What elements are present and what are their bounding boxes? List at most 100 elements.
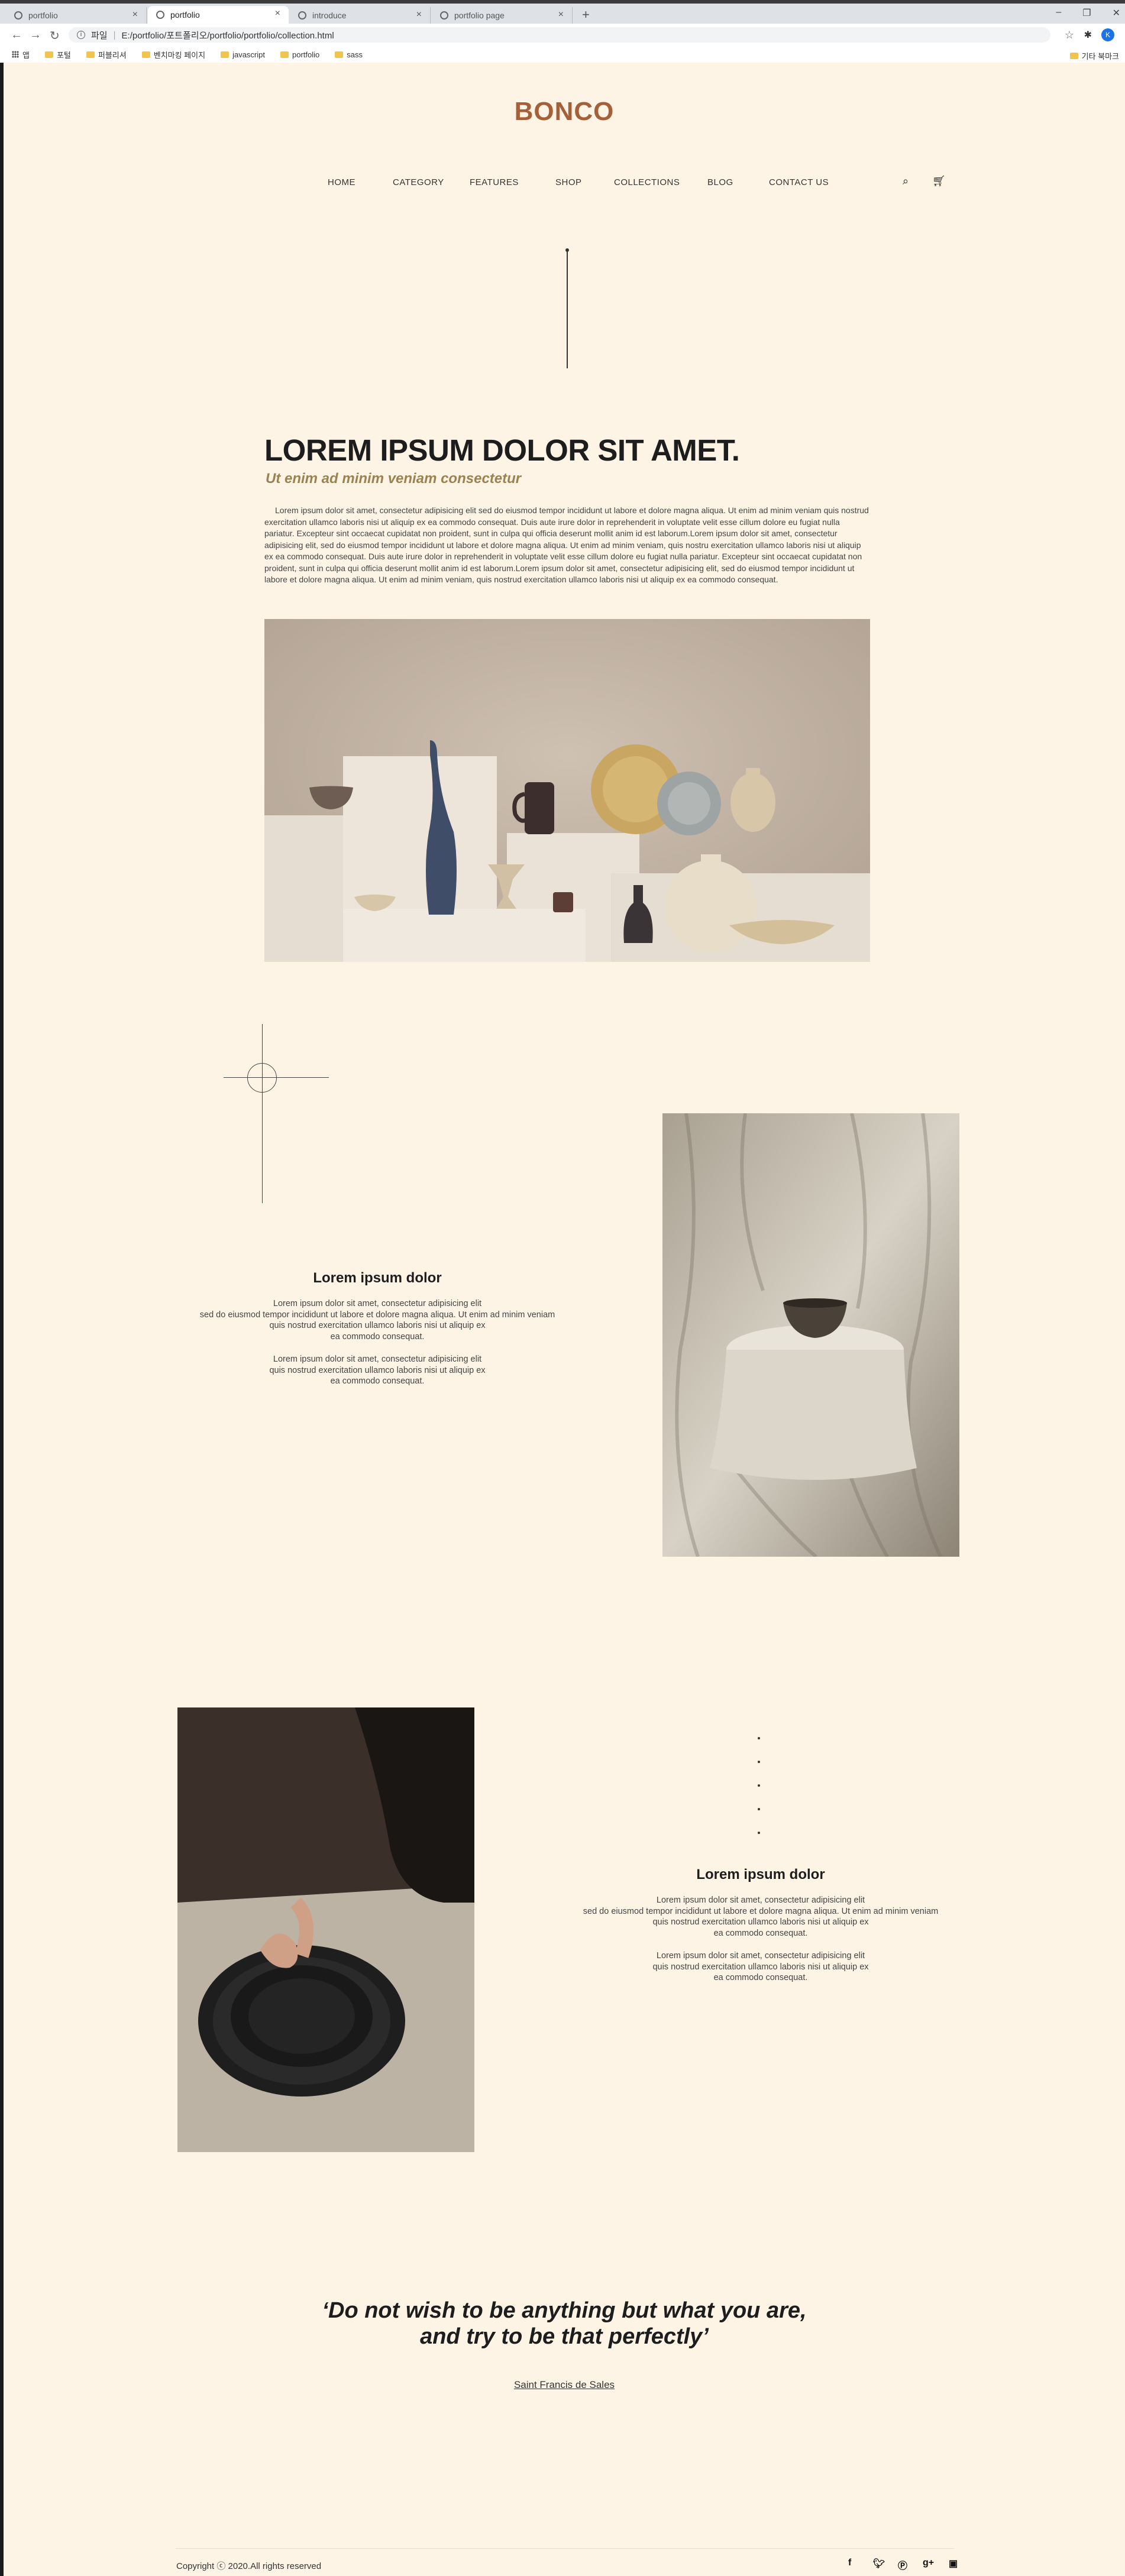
- bookmark-star-icon[interactable]: ☆: [1065, 29, 1074, 41]
- address-bar[interactable]: i 파일 | E:/portfolio/포트폴리오/portfolio/port…: [69, 27, 1050, 43]
- other-bookmarks-label: 기타 북마크: [1081, 52, 1119, 61]
- close-window-icon[interactable]: ✕: [1113, 7, 1120, 19]
- section2-title: Lorem ipsum dolor: [696, 1867, 825, 1882]
- bookmark-label: javascript: [232, 50, 265, 59]
- profile-avatar[interactable]: K: [1101, 28, 1114, 41]
- close-icon[interactable]: ×: [558, 9, 564, 20]
- bookmarks-bar: 앱 포털 퍼블리셔 벤치마킹 페이지 javascript portfolio …: [0, 46, 1125, 63]
- tab-title: portfolio: [170, 10, 200, 20]
- bookmark-portal[interactable]: 포털: [44, 49, 71, 60]
- text-line: quis nostrud exercitation ullamco labori…: [269, 1321, 486, 1330]
- tab-portfolio-2[interactable]: portfolio ×: [148, 6, 289, 24]
- tab-portfolio-1[interactable]: portfolio ×: [6, 7, 147, 24]
- cart-icon[interactable]: 🛒︎: [932, 175, 946, 187]
- extensions-icon[interactable]: ✱: [1084, 29, 1092, 41]
- new-tab-button[interactable]: +: [582, 7, 590, 22]
- quote-author: Saint Francis de Sales: [4, 2379, 1125, 2391]
- nav-home[interactable]: HOME: [328, 177, 355, 187]
- dot: [758, 1784, 760, 1787]
- bookmark-portfolio[interactable]: portfolio: [280, 50, 319, 59]
- google-plus-icon[interactable]: g+: [923, 2558, 934, 2568]
- nav-contact-us[interactable]: CONTACT US: [769, 177, 829, 187]
- hero-paragraph: Lorem ipsum dolor sit amet, consectetur …: [264, 506, 869, 584]
- search-icon[interactable]: ⌕: [903, 175, 909, 187]
- apps-grid-icon: [12, 51, 19, 58]
- footer-divider: [176, 2548, 954, 2549]
- browser-chrome: portfolio × portfolio × introduce × port…: [0, 0, 1125, 63]
- minimize-icon[interactable]: –: [1056, 7, 1061, 19]
- crosshair-vertical: [262, 1024, 263, 1203]
- text-line: sed do eiusmod tempor incididunt ut labo…: [199, 1310, 555, 1320]
- scroll-indicator-line: [567, 250, 568, 368]
- text-line: Lorem ipsum dolor sit amet, consectetur …: [273, 1299, 482, 1308]
- facebook-icon[interactable]: f: [848, 2558, 851, 2568]
- bookmark-sass[interactable]: sass: [335, 50, 363, 59]
- text-line: Lorem ipsum dolor sit amet, consectetur …: [656, 1895, 865, 1905]
- quote-author-link[interactable]: Saint Francis de Sales: [514, 2379, 615, 2390]
- section1-title: Lorem ipsum dolor: [313, 1270, 442, 1286]
- tab-introduce[interactable]: introduce ×: [290, 7, 431, 24]
- maximize-icon[interactable]: ❐: [1082, 7, 1091, 19]
- site-logo[interactable]: BONCO: [4, 97, 1125, 127]
- twitter-icon[interactable]: 🐦︎: [873, 2558, 885, 2569]
- bookmark-javascript[interactable]: javascript: [221, 50, 265, 59]
- separator: |: [113, 30, 116, 40]
- bookmark-label: sass: [347, 50, 363, 59]
- folder-icon: [44, 51, 53, 58]
- dot: [758, 1737, 760, 1739]
- reload-icon[interactable]: ↻: [50, 28, 60, 43]
- nav-blog[interactable]: BLOG: [707, 177, 733, 187]
- text-line: ea commodo consequat.: [330, 1331, 425, 1342]
- bookmark-publisher[interactable]: 퍼블리셔: [86, 49, 127, 60]
- section1-paragraph-2: Lorem ipsum dolor sit amet, consectetur …: [170, 1354, 584, 1387]
- text-line: ea commodo consequat.: [330, 1376, 425, 1386]
- nav-shop[interactable]: SHOP: [555, 177, 582, 187]
- instagram-icon[interactable]: ▣: [949, 2558, 958, 2569]
- globe-icon: [298, 11, 306, 20]
- dot: [758, 1761, 760, 1763]
- hero-title: LOREM IPSUM DOLOR SIT AMET.: [264, 433, 740, 467]
- folder-icon: [335, 51, 344, 58]
- close-icon[interactable]: ×: [275, 8, 280, 19]
- text-line: Lorem ipsum dolor sit amet, consectetur …: [656, 1951, 865, 1961]
- window-controls: – ❐ ✕: [1056, 7, 1120, 19]
- pinterest-icon[interactable]: Ⓟ: [898, 2558, 907, 2572]
- scheme-label: 파일: [91, 30, 108, 41]
- back-icon[interactable]: ←: [11, 28, 22, 42]
- section1-paragraph-1: Lorem ipsum dolor sit amet, consectetur …: [170, 1298, 584, 1342]
- tab-portfolio-page[interactable]: portfolio page ×: [432, 7, 573, 24]
- folder-icon: [280, 51, 289, 58]
- bookmark-benchmark[interactable]: 벤치마킹 페이지: [141, 49, 206, 60]
- forward-icon[interactable]: →: [30, 28, 41, 42]
- close-icon[interactable]: ×: [132, 9, 138, 20]
- text-line: sed do eiusmod tempor incididunt ut labo…: [583, 1906, 939, 1916]
- nav-collections[interactable]: COLLECTIONS: [614, 177, 680, 187]
- page-content: BONCO HOME CATEGORY FEATURES SHOP COLLEC…: [4, 63, 1125, 2576]
- decorative-dots: [758, 1737, 760, 1855]
- folder-icon: [141, 51, 150, 58]
- bookmark-label: 앱: [22, 50, 30, 60]
- text-line: ea commodo consequat.: [713, 1928, 808, 1938]
- main-nav: HOME CATEGORY FEATURES SHOP COLLECTIONS …: [4, 177, 1125, 189]
- info-icon[interactable]: i: [77, 31, 85, 39]
- bookmark-label: 포털: [56, 50, 71, 60]
- section2-paragraph-2: Lorem ipsum dolor sit amet, consectetur …: [554, 1950, 968, 1984]
- text-line: quis nostrud exercitation ullamco labori…: [269, 1365, 486, 1375]
- nav-category[interactable]: CATEGORY: [393, 177, 444, 187]
- nav-features[interactable]: FEATURES: [470, 177, 519, 187]
- quote-line: ‘Do not wish to be anything but what you…: [322, 2298, 807, 2323]
- url-text[interactable]: E:/portfolio/포트폴리오/portfolio/portfolio/c…: [122, 29, 334, 41]
- crosshair-circle: [247, 1063, 277, 1093]
- globe-icon: [440, 11, 448, 20]
- hero-subtitle: Ut enim ad minim veniam consectetur: [266, 471, 522, 487]
- close-icon[interactable]: ×: [416, 9, 422, 20]
- ceramics-still-life-image: [264, 619, 870, 962]
- address-bar-row: ← → ↻ i 파일 | E:/portfolio/포트폴리오/portfoli…: [0, 24, 1125, 46]
- globe-icon: [14, 11, 22, 20]
- bookmark-label: 벤치마킹 페이지: [153, 50, 206, 60]
- dot: [758, 1832, 760, 1834]
- bookmark-apps[interactable]: 앱: [12, 49, 30, 60]
- other-bookmarks[interactable]: 기타 북마크: [1069, 50, 1119, 61]
- dot: [758, 1808, 760, 1810]
- quote: ‘Do not wish to be anything but what you…: [4, 2298, 1125, 2350]
